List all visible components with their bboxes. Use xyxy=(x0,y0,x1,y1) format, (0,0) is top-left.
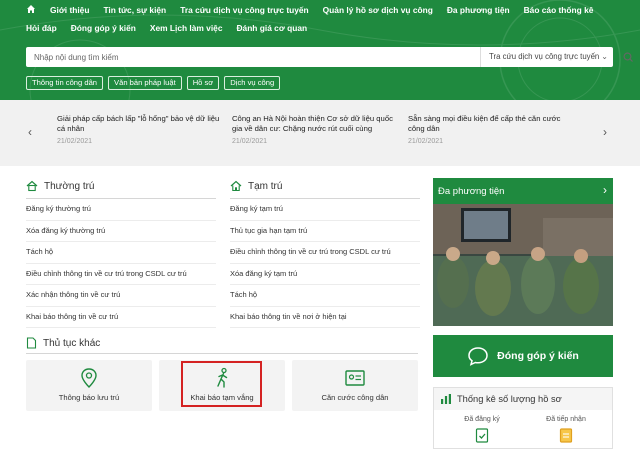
main-nav: Giới thiệu Tin tức, sự kiện Tra cứu dịch… xyxy=(26,4,636,34)
tam-tru-section: Tạm trú Đăng ký tạm trú Thủ tục gia hạn … xyxy=(230,178,420,328)
news-date: 21/02/2021 xyxy=(408,138,444,145)
section-title: Thường trú xyxy=(44,180,95,192)
media-header: Đa phương tiện › xyxy=(433,178,613,204)
section-header: Tạm trú xyxy=(230,178,420,194)
service-link[interactable]: Đăng ký tạm trú xyxy=(230,199,420,221)
card-can-cuoc-cong-dan[interactable]: Căn cước công dân xyxy=(292,360,418,411)
service-link[interactable]: Xóa đăng ký tạm trú xyxy=(230,264,420,285)
site-header: Giới thiệu Tin tức, sự kiện Tra cứu dịch… xyxy=(0,0,640,100)
chevron-right-icon[interactable]: › xyxy=(603,125,607,139)
nav-hoi-dap[interactable]: Hỏi đáp xyxy=(26,22,57,34)
nav-lich-lam-viec[interactable]: Xem Lịch làm việc xyxy=(150,22,223,34)
news-title: Giải pháp cấp bách lấp "lỗ hổng" bảo vệ … xyxy=(57,114,220,133)
feedback-button[interactable]: Đóng góp ý kiến xyxy=(433,335,613,377)
service-link[interactable]: Khai báo thông tin về cư trú xyxy=(26,307,216,328)
service-link[interactable]: Điều chỉnh thông tin về cư trú trong CSD… xyxy=(26,264,216,285)
other-procedures-header: Thủ tục khác xyxy=(26,337,418,349)
card-label: Thông báo lưu trú xyxy=(58,393,120,402)
section-title: Tạm trú xyxy=(248,180,283,192)
news-item[interactable]: Công an Hà Nội hoàn thiện Cơ sở dữ liệu … xyxy=(232,114,402,145)
stat-label: Đã tiếp nhận xyxy=(546,416,586,423)
service-link[interactable]: Đăng ký thường trú xyxy=(26,199,216,221)
media-photo xyxy=(433,204,613,326)
search-scope-select[interactable]: Tra cứu dịch vụ công trực tuyến ⌄ xyxy=(480,47,618,67)
chevron-right-icon[interactable]: › xyxy=(603,183,607,197)
thuong-tru-section: Thường trú Đăng ký thường trú Xóa đăng k… xyxy=(26,178,216,328)
nav-bao-cao[interactable]: Báo cáo thống kê xyxy=(524,4,594,17)
news-title: Sẵn sàng mọi điều kiện để cấp thẻ căn cư… xyxy=(408,114,561,133)
stats-header: Thống kê số lượng hồ sơ xyxy=(434,388,612,410)
chevron-left-icon[interactable]: ‹ xyxy=(28,125,32,139)
service-link[interactable]: Tách hộ xyxy=(26,242,216,264)
tag-dich-vu-cong[interactable]: Dịch vụ công xyxy=(224,76,281,90)
card-label: Căn cước công dân xyxy=(321,393,389,402)
nav-quan-ly-ho-so[interactable]: Quản lý hồ sơ dịch vụ công xyxy=(323,4,433,17)
media-title: Đa phương tiện xyxy=(438,185,505,197)
chat-bubble-icon xyxy=(468,347,488,366)
stats-title: Thống kê số lượng hồ sơ xyxy=(457,394,562,404)
news-title: Công an Hà Nội hoàn thiện Cơ sở dữ liệu … xyxy=(232,114,393,133)
service-link[interactable]: Tách hộ xyxy=(230,285,420,307)
service-link[interactable]: Thủ tục gia hạn tạm trú xyxy=(230,221,420,242)
service-link[interactable]: Khai báo thông tin về nơi ở hiện tại xyxy=(230,307,420,328)
highlight-frame xyxy=(181,361,262,407)
service-link[interactable]: Xác nhận thông tin về cư trú xyxy=(26,285,216,307)
home-outline-icon xyxy=(230,180,242,192)
nav-dong-gop[interactable]: Đóng góp ý kiến xyxy=(71,22,136,34)
chevron-down-icon: ⌄ xyxy=(601,52,608,61)
media-panel[interactable]: Đa phương tiện › xyxy=(433,178,613,326)
service-link[interactable]: Xóa đăng ký thường trú xyxy=(26,221,216,242)
clipboard-check-icon xyxy=(475,428,489,443)
section-title: Thủ tục khác xyxy=(43,337,101,349)
tag-ho-so[interactable]: Hồ sơ xyxy=(186,76,220,90)
nav-home[interactable] xyxy=(26,4,36,17)
nav-da-phuong-tien[interactable]: Đa phương tiện xyxy=(447,4,510,17)
nav-tra-cuu[interactable]: Tra cứu dịch vụ công trực tuyến xyxy=(180,4,308,17)
stats-panel: Thống kê số lượng hồ sơ Đã đăng ký Đã ti… xyxy=(433,387,613,449)
nav-gioi-thieu[interactable]: Giới thiệu xyxy=(50,4,89,17)
home-icon xyxy=(27,5,35,13)
location-pin-icon xyxy=(81,368,97,388)
tag-thong-tin-cong-dan[interactable]: Thông tin công dân xyxy=(26,76,104,90)
document-icon xyxy=(26,337,37,349)
news-date: 21/02/2021 xyxy=(57,138,93,145)
stat-da-tiep-nhan: Đã tiếp nhận xyxy=(526,416,606,443)
nav-tin-tuc[interactable]: Tin tức, sự kiện xyxy=(103,4,166,17)
search-input[interactable] xyxy=(26,47,450,67)
news-date: 21/02/2021 xyxy=(232,138,268,145)
house-icon xyxy=(26,180,38,192)
section-header: Thường trú xyxy=(26,178,216,194)
divider xyxy=(26,353,418,354)
clipboard-list-icon xyxy=(559,428,573,443)
feedback-label: Đóng góp ý kiến xyxy=(497,350,579,362)
nav-danh-gia[interactable]: Đánh giá cơ quan xyxy=(236,22,307,34)
service-link[interactable]: Điều chỉnh thông tin về cư trú trong CSD… xyxy=(230,242,420,264)
tag-van-ban-phap-luat[interactable]: Văn bản pháp luật xyxy=(108,76,182,90)
search-bar: Tra cứu dịch vụ công trực tuyến ⌄ xyxy=(26,47,633,67)
quick-tags: Thông tin công dân Văn bản pháp luật Hồ … xyxy=(26,76,281,90)
id-card-icon xyxy=(345,370,365,386)
search-scope-value: Tra cứu dịch vụ công trực tuyến xyxy=(489,52,600,61)
stat-label: Đã đăng ký xyxy=(464,416,500,423)
bar-chart-icon xyxy=(441,394,451,404)
news-item[interactable]: Giải pháp cấp bách lấp "lỗ hổng" bảo vệ … xyxy=(57,114,227,145)
card-thong-bao-luu-tru[interactable]: Thông báo lưu trú xyxy=(26,360,152,411)
stat-da-dang-ky: Đã đăng ký xyxy=(442,416,522,443)
search-icon[interactable] xyxy=(618,47,639,67)
news-item[interactable]: Sẵn sàng mọi điều kiện để cấp thẻ căn cư… xyxy=(408,114,578,145)
news-carousel: ‹ Giải pháp cấp bách lấp "lỗ hổng" bảo v… xyxy=(0,100,640,166)
